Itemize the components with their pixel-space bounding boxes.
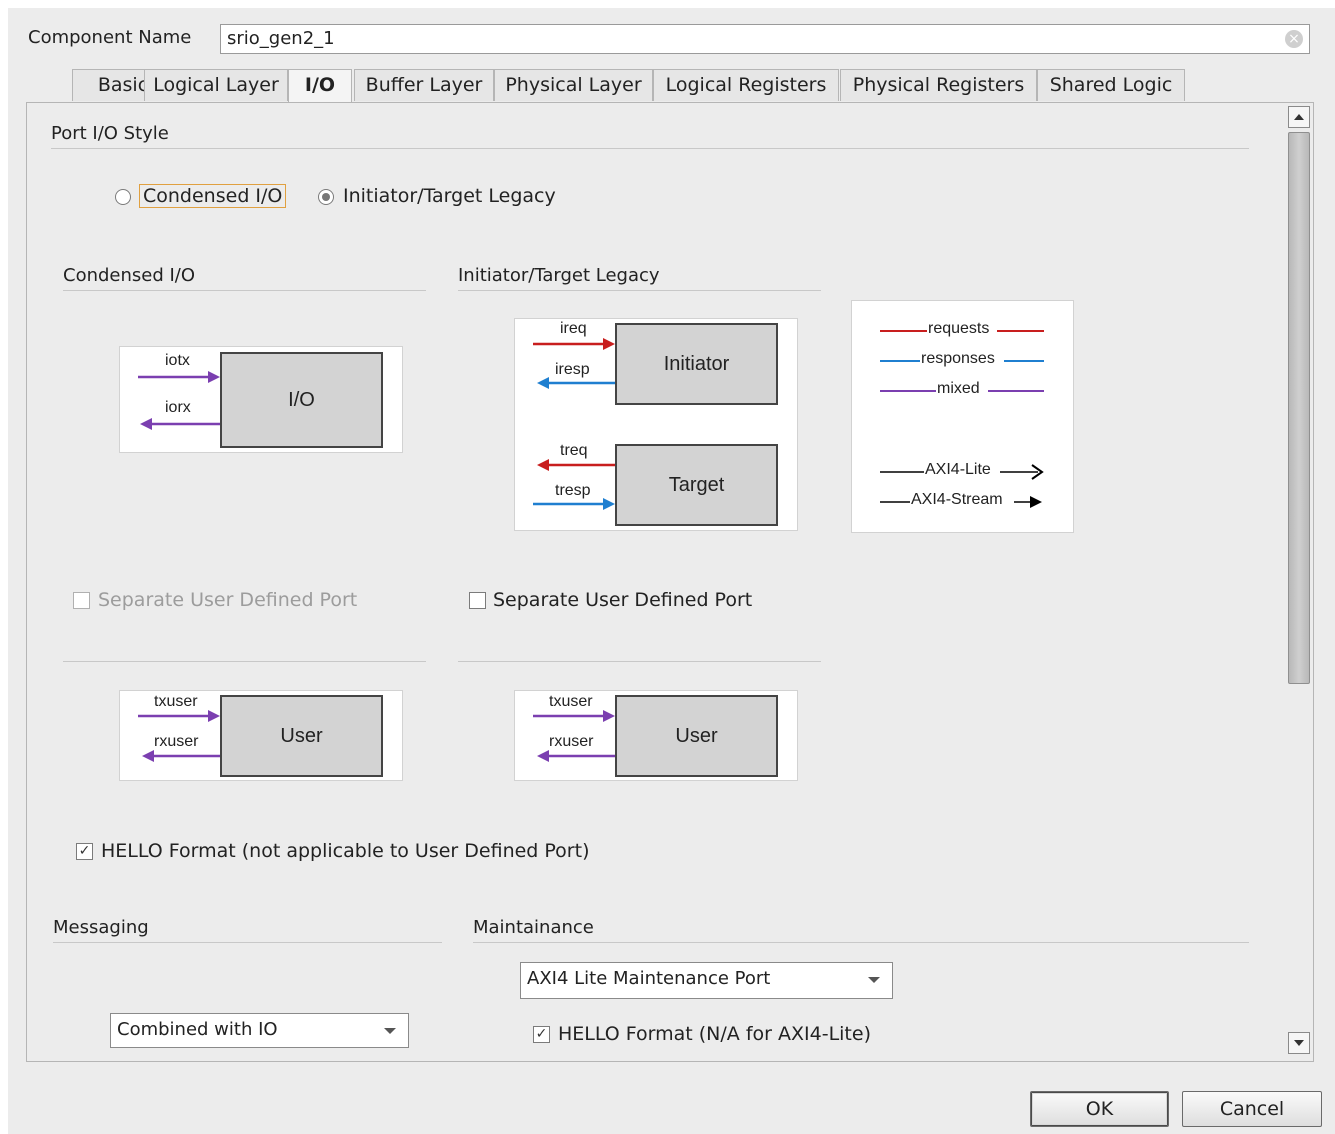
- divider: [63, 661, 426, 662]
- legend-axi4-lite: AXI4-Lite: [925, 461, 991, 478]
- divider: [63, 290, 426, 291]
- iorx-label: iorx: [165, 399, 191, 416]
- legacy-user-diagram: txuser rxuser User: [514, 690, 798, 781]
- condensed-io-diagram: iotx iorx I/O: [119, 346, 403, 453]
- tab-physical-registers[interactable]: Physical Registers: [840, 69, 1037, 101]
- condensed-user-diagram: txuser rxuser User: [119, 690, 403, 781]
- radio-initiator-target-label[interactable]: Initiator/Target Legacy: [343, 185, 556, 207]
- tab-buffer-layer[interactable]: Buffer Layer: [354, 69, 494, 101]
- chevron-down-icon: [1294, 1040, 1304, 1046]
- maintainance-hello-label: HELLO Format (N/A for AXI4-Lite): [558, 1023, 871, 1045]
- io-block: I/O: [220, 352, 383, 448]
- vertical-scrollbar[interactable]: [1286, 104, 1312, 1058]
- messaging-select[interactable]: Combined with IO: [110, 1013, 409, 1048]
- divider: [458, 290, 821, 291]
- initiator-block: Initiator: [615, 323, 778, 405]
- ireq-label: ireq: [560, 320, 587, 337]
- condensed-separate-port-checkbox[interactable]: [73, 592, 90, 609]
- legend-requests: requests: [928, 320, 990, 337]
- tab-bar: Basic Logical Layer I/O Buffer Layer Phy…: [40, 69, 1190, 103]
- txuser-label: txuser: [154, 693, 198, 710]
- target-block: Target: [615, 444, 778, 526]
- component-name-label: Component Name: [28, 27, 192, 48]
- messaging-select-value: Combined with IO: [117, 1019, 278, 1040]
- legend-box: requests responses mixed AXI4-Lite AXI4-…: [851, 300, 1074, 533]
- legacy-heading: Initiator/Target Legacy: [458, 265, 660, 286]
- legacy-separate-port-label: Separate User Defined Port: [493, 589, 753, 611]
- condensed-separate-port-label: Separate User Defined Port: [98, 589, 358, 611]
- tab-io[interactable]: I/O: [288, 69, 352, 103]
- tab-logical-layer[interactable]: Logical Layer: [144, 69, 288, 101]
- user-block: User: [220, 695, 383, 777]
- maintainance-select-value: AXI4 Lite Maintenance Port: [527, 968, 771, 989]
- chevron-down-icon: [868, 977, 880, 983]
- maintainance-hello-checkbox[interactable]: ✓: [533, 1026, 550, 1043]
- clear-icon[interactable]: ×: [1285, 30, 1303, 48]
- scroll-down-button[interactable]: [1288, 1032, 1310, 1054]
- iresp-label: iresp: [555, 361, 590, 378]
- port-io-style-heading: Port I/O Style: [51, 123, 169, 144]
- user-block: User: [615, 695, 778, 777]
- component-name-input[interactable]: srio_gen2_1 ×: [220, 24, 1310, 54]
- maintainance-heading: Maintainance: [473, 917, 594, 938]
- divider: [53, 942, 442, 943]
- chevron-up-icon: [1294, 114, 1304, 120]
- divider: [473, 942, 1249, 943]
- maintainance-select[interactable]: AXI4 Lite Maintenance Port: [520, 962, 893, 999]
- legend-mixed: mixed: [937, 380, 980, 397]
- tresp-label: tresp: [555, 482, 591, 499]
- scroll-thumb[interactable]: [1288, 132, 1310, 684]
- tab-physical-layer[interactable]: Physical Layer: [494, 69, 653, 101]
- initiator-target-diagram: ireq iresp treq tresp Initiator Target: [514, 318, 798, 531]
- legend-axi4-stream: AXI4-Stream: [911, 491, 1003, 508]
- condensed-heading: Condensed I/O: [63, 265, 196, 286]
- radio-initiator-target[interactable]: [318, 189, 334, 205]
- divider: [458, 661, 821, 662]
- scroll-up-button[interactable]: [1288, 106, 1310, 128]
- io-panel: Port I/O Style Condensed I/O Initiator/T…: [26, 102, 1314, 1062]
- iotx-label: iotx: [165, 352, 190, 369]
- component-name-value: srio_gen2_1: [227, 28, 335, 49]
- messaging-heading: Messaging: [53, 917, 149, 938]
- legacy-separate-port-checkbox[interactable]: [469, 592, 486, 609]
- tab-shared-logic[interactable]: Shared Logic: [1037, 69, 1185, 101]
- hello-format-checkbox[interactable]: ✓: [76, 843, 93, 860]
- radio-condensed-io-label[interactable]: Condensed I/O: [139, 184, 287, 208]
- chevron-down-icon: [384, 1028, 396, 1034]
- legend-responses: responses: [921, 350, 995, 367]
- txuser-label: txuser: [549, 693, 593, 710]
- treq-label: treq: [560, 442, 588, 459]
- cancel-button[interactable]: Cancel: [1182, 1091, 1322, 1127]
- rxuser-label: rxuser: [549, 733, 594, 750]
- hello-format-label: HELLO Format (not applicable to User Def…: [101, 840, 590, 862]
- tab-logical-registers[interactable]: Logical Registers: [653, 69, 839, 101]
- divider: [51, 148, 1249, 149]
- rxuser-label: rxuser: [154, 733, 199, 750]
- ok-button[interactable]: OK: [1030, 1091, 1169, 1127]
- radio-condensed-io[interactable]: [115, 189, 131, 205]
